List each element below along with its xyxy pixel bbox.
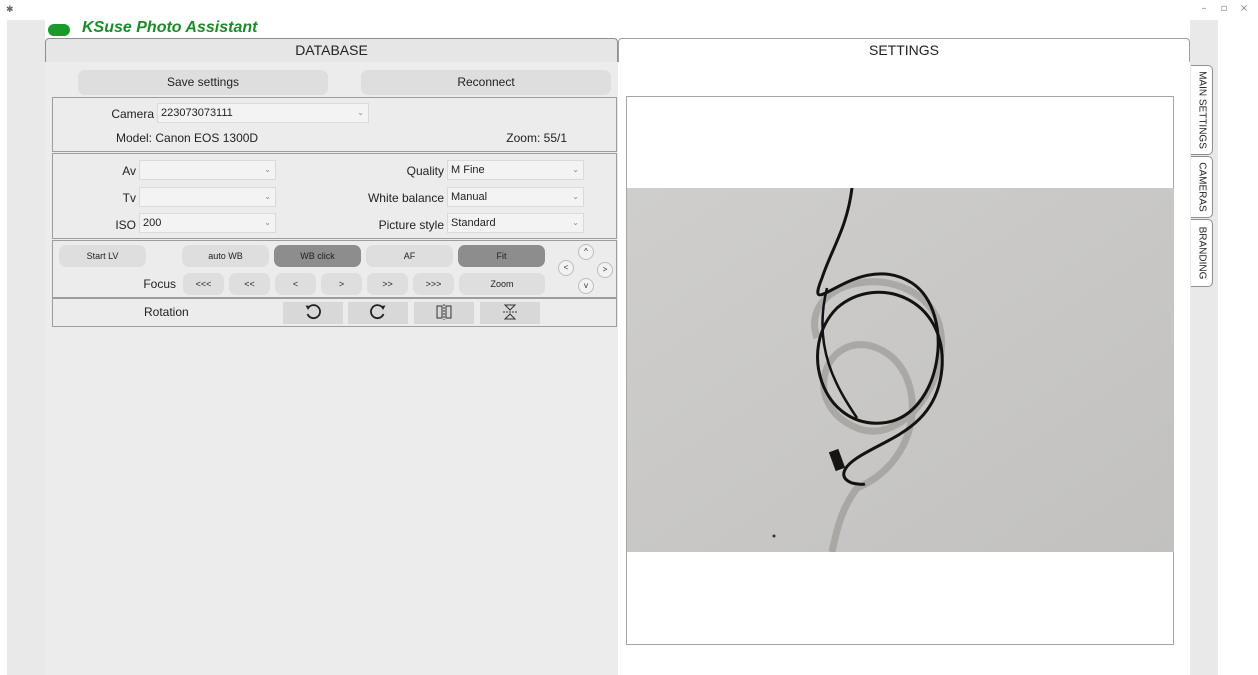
start-lv-button[interactable]: Start LV <box>59 245 146 267</box>
camera-value: 223073073111 <box>161 107 233 119</box>
white-balance-select[interactable]: Manual ⌄ <box>447 187 584 207</box>
minimize-button[interactable]: – <box>1194 2 1214 16</box>
maximize-button[interactable]: ▫ <box>1214 2 1234 16</box>
iso-label: ISO <box>115 218 136 232</box>
chevron-down-icon: ⌄ <box>572 165 579 174</box>
rotate-cw-button[interactable] <box>348 302 408 324</box>
focus-far-2-button[interactable]: << <box>229 273 270 295</box>
rotate-ccw-button[interactable] <box>283 302 343 324</box>
rotate-cw-icon <box>370 304 386 320</box>
zoom-button[interactable]: Zoom <box>459 273 545 295</box>
nav-down-button[interactable]: v <box>578 278 594 294</box>
chevron-down-icon: ⌄ <box>357 108 364 117</box>
zoom-readout: Zoom: 55/1 <box>506 131 567 145</box>
side-tab-cameras[interactable]: CAMERAS <box>1191 156 1213 218</box>
white-balance-value: Manual <box>451 191 488 203</box>
save-settings-button[interactable]: Save settings <box>78 70 328 95</box>
app-title: KSuse Photo Assistant <box>82 19 258 36</box>
focus-label: Focus <box>143 277 176 291</box>
side-tab-branding[interactable]: BRANDING <box>1191 219 1213 287</box>
iso-value: 200 <box>143 217 162 229</box>
white-balance-label: White balance <box>367 191 444 205</box>
quality-value: M Fine <box>451 164 485 176</box>
tab-database[interactable]: DATABASE <box>45 38 618 62</box>
tv-select[interactable]: ⌄ <box>139 187 276 207</box>
focus-near-3-button[interactable]: >>> <box>413 273 454 295</box>
auto-wb-button[interactable]: auto WB <box>182 245 269 267</box>
focus-near-1-button[interactable]: > <box>321 273 362 295</box>
av-label: Av <box>122 164 136 178</box>
side-tab-label: MAIN SETTINGS <box>1196 71 1207 149</box>
wb-click-button[interactable]: WB click <box>274 245 361 267</box>
focus-near-2-button[interactable]: >> <box>367 273 408 295</box>
chevron-down-icon: ⌄ <box>572 218 579 227</box>
tab-settings[interactable]: SETTINGS <box>618 38 1190 62</box>
nav-up-button[interactable]: ^ <box>578 244 594 260</box>
camera-select[interactable]: 223073073111 ⌄ <box>157 103 369 123</box>
flip-vertical-button[interactable] <box>480 302 540 324</box>
camera-label: Camera <box>111 107 154 121</box>
tv-label: Tv <box>122 191 136 205</box>
af-button[interactable]: AF <box>366 245 453 267</box>
left-margin <box>7 20 45 675</box>
flip-horizontal-icon <box>436 304 452 320</box>
rotate-ccw-icon <box>305 304 321 320</box>
logo-icon <box>48 24 70 36</box>
focus-far-3-button[interactable]: <<< <box>183 273 224 295</box>
nav-right-button[interactable]: > <box>597 262 613 278</box>
quality-label: Quality <box>406 164 444 178</box>
cable-photo <box>627 188 1174 552</box>
rotation-label: Rotation <box>144 305 189 319</box>
picture-style-value: Standard <box>451 217 496 229</box>
quality-select[interactable]: M Fine ⌄ <box>447 160 584 180</box>
chevron-down-icon: ⌄ <box>264 218 271 227</box>
picture-style-label: Picture style <box>378 218 444 232</box>
fit-button[interactable]: Fit <box>458 245 545 267</box>
nav-left-button[interactable]: < <box>558 260 574 276</box>
flip-horizontal-button[interactable] <box>414 302 474 324</box>
preview-image <box>627 188 1174 552</box>
iso-select[interactable]: 200 ⌄ <box>139 213 276 233</box>
focus-far-1-button[interactable]: < <box>275 273 316 295</box>
flip-vertical-icon <box>503 304 517 320</box>
chevron-down-icon: ⌄ <box>264 192 271 201</box>
side-tab-label: BRANDING <box>1196 226 1207 280</box>
camera-model: Model: Canon EOS 1300D <box>116 131 259 145</box>
chevron-down-icon: ⌄ <box>264 165 271 174</box>
side-tab-main-settings[interactable]: MAIN SETTINGS <box>1191 65 1213 155</box>
close-button[interactable]: × <box>1234 2 1254 16</box>
app-icon: ✱ <box>6 4 14 14</box>
chevron-down-icon: ⌄ <box>572 192 579 201</box>
side-tab-label: CAMERAS <box>1196 162 1207 212</box>
picture-style-select[interactable]: Standard ⌄ <box>447 213 584 233</box>
av-select[interactable]: ⌄ <box>139 160 276 180</box>
reconnect-button[interactable]: Reconnect <box>361 70 611 95</box>
